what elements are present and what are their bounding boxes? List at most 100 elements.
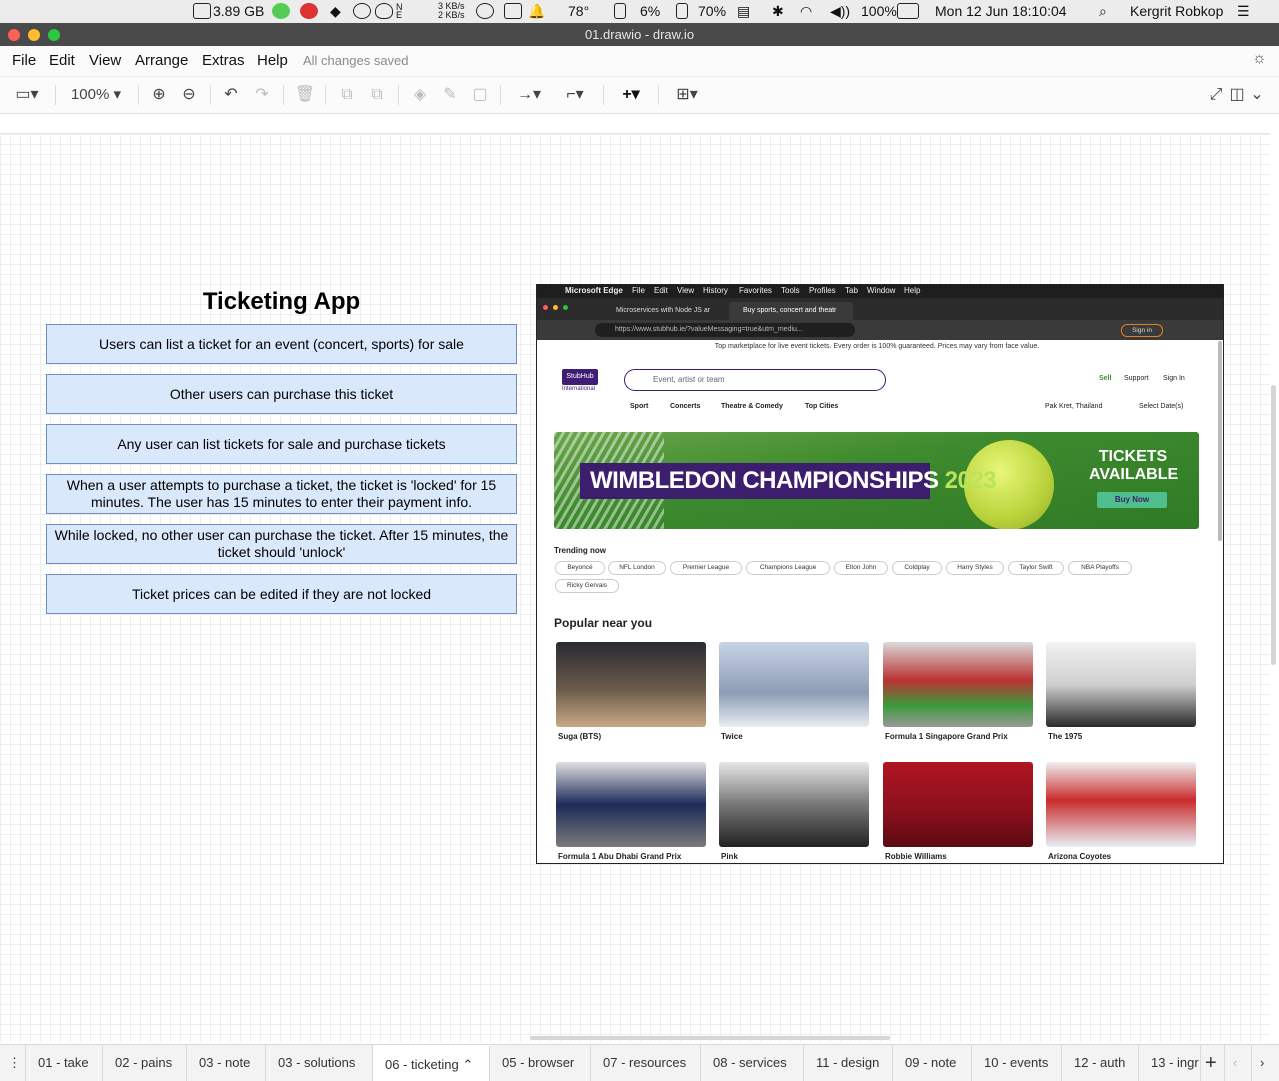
wifi-icon[interactable]: ◠: [800, 3, 812, 20]
app-menubar: File Edit View Arrange Extras Help All c…: [0, 46, 1279, 77]
page-tab[interactable]: 02 - pains: [103, 1045, 187, 1081]
shot-link: Support: [1124, 375, 1149, 382]
zoom-value: 100%: [70, 86, 110, 103]
to-back-icon[interactable]: ⧉: [366, 84, 388, 106]
window-titlebar: 01.drawio - draw.io: [0, 23, 1279, 46]
page-tab[interactable]: 09 - note: [893, 1045, 972, 1081]
add-page-icon[interactable]: +: [1201, 1045, 1225, 1081]
shot-tab-active: Buy sports, concert and theatr: [729, 302, 853, 320]
creative-cloud-icon[interactable]: [353, 3, 371, 19]
menu-edit[interactable]: Edit: [49, 52, 75, 69]
shot-card-image: [719, 762, 869, 847]
shot-chip: Champions League: [746, 561, 830, 575]
shot-menu-item: History: [703, 286, 728, 295]
menu-extras[interactable]: Extras: [202, 52, 245, 69]
line-app-icon[interactable]: [272, 3, 290, 19]
page-tab[interactable]: 08 - services: [701, 1045, 804, 1081]
disk-usage: 3.89 GB: [213, 3, 265, 19]
table-icon[interactable]: ⊞▾: [669, 84, 705, 106]
zoom-select[interactable]: 100% ▾: [66, 84, 126, 106]
user-name[interactable]: Kergrit Robkop: [1130, 3, 1223, 19]
page-tab[interactable]: 11 - design: [804, 1045, 893, 1081]
vertical-scrollbar[interactable]: [1271, 385, 1276, 665]
requirement-box[interactable]: Any user can list tickets for sale and p…: [46, 424, 517, 464]
format-panel-toggle-icon[interactable]: ▭▾: [10, 84, 44, 106]
record-icon[interactable]: [300, 3, 318, 19]
shot-menu-item: Tab: [845, 286, 858, 295]
dropbox-icon[interactable]: ◆: [330, 3, 341, 20]
security-icon[interactable]: [504, 3, 522, 19]
embedded-screenshot-image[interactable]: Microsoft Edge File Edit View History Fa…: [536, 284, 1224, 864]
shot-popular-heading: Popular near you: [554, 616, 653, 630]
zoom-out-icon[interactable]: ⊖: [178, 84, 200, 106]
page-tab[interactable]: 01 - take: [26, 1045, 103, 1081]
control-center-icon[interactable]: ☰: [1237, 3, 1250, 20]
disk-icon: [193, 3, 211, 19]
c-app-icon[interactable]: [476, 3, 494, 19]
page-tabbar: ⋮ 01 - take 02 - pains 03 - note 03 - so…: [0, 1044, 1279, 1081]
shot-menubar: Microsoft Edge File Edit View History Fa…: [537, 285, 1223, 298]
theme-toggle-icon[interactable]: ☼: [1252, 50, 1267, 68]
zoom-in-icon[interactable]: ⊕: [148, 84, 170, 106]
shot-link: Sign In: [1163, 375, 1185, 382]
horizontal-scrollbar[interactable]: [530, 1036, 890, 1040]
flag-icon[interactable]: ▤: [737, 3, 750, 20]
shot-zoom-dot: [563, 305, 568, 310]
shield-icon[interactable]: [375, 3, 393, 19]
requirement-box[interactable]: While locked, no other user can purchase…: [46, 524, 517, 564]
scroll-tabs-left-icon[interactable]: ‹: [1225, 1045, 1252, 1081]
shot-chip: NFL London: [608, 561, 666, 575]
shadow-icon[interactable]: ▢: [469, 84, 491, 106]
spotlight-icon[interactable]: ⌕: [1099, 3, 1107, 20]
shot-buy-now: Buy Now: [1097, 492, 1167, 508]
connection-style-icon[interactable]: →▾: [511, 84, 547, 106]
save-status: All changes saved: [303, 53, 409, 68]
page-tab[interactable]: 03 - solutions: [266, 1045, 373, 1081]
volume-icon[interactable]: ◀)): [830, 3, 850, 20]
requirement-box[interactable]: Ticket prices can be edited if they are …: [46, 574, 517, 614]
collapse-icon[interactable]: ⌄: [1248, 84, 1266, 106]
shot-card-caption: Formula 1 Singapore Grand Prix: [885, 732, 1008, 741]
shot-minimize-dot: [553, 305, 558, 310]
toolbar-separator: [283, 85, 284, 105]
shot-card-caption: Suga (BTS): [558, 732, 602, 741]
battery-icon[interactable]: [897, 3, 919, 19]
menu-arrange[interactable]: Arrange: [135, 52, 188, 69]
page-tab[interactable]: 05 - browser: [490, 1045, 591, 1081]
fill-color-icon[interactable]: ◈: [409, 84, 431, 106]
fullscreen-icon[interactable]: ⤢: [1206, 84, 1226, 106]
waypoints-icon[interactable]: ⌐▾: [557, 84, 593, 106]
shot-chip: Beyoncé: [555, 561, 605, 575]
page-tab[interactable]: 07 - resources: [591, 1045, 701, 1081]
bluetooth-icon[interactable]: ✱: [772, 3, 784, 20]
line-color-icon[interactable]: ✎: [439, 84, 461, 106]
page-tab-active[interactable]: 06 - ticketing ⌃: [373, 1045, 490, 1081]
shot-menu-item: Help: [904, 286, 921, 295]
chevron-up-icon[interactable]: ⌃: [462, 1057, 473, 1072]
shot-card-caption: Formula 1 Abu Dhabi Grand Prix: [558, 852, 682, 861]
page-tab[interactable]: 12 - auth: [1062, 1045, 1139, 1081]
undo-icon[interactable]: ↶: [220, 84, 242, 106]
page-tab[interactable]: 10 - events: [972, 1045, 1062, 1081]
shot-menu-item: Microsoft Edge: [565, 286, 623, 295]
notification-icon[interactable]: 🔔: [528, 3, 545, 20]
page-tab[interactable]: 03 - note: [187, 1045, 266, 1081]
requirement-box[interactable]: Users can list a ticket for an event (co…: [46, 324, 517, 364]
requirement-box[interactable]: When a user attempts to purchase a ticke…: [46, 474, 517, 514]
to-front-icon[interactable]: ⧉: [336, 84, 358, 106]
menu-help[interactable]: Help: [257, 52, 288, 69]
shot-tab: Microservices with Node JS ar: [616, 307, 711, 314]
delete-icon[interactable]: 🗑: [294, 84, 316, 106]
menu-view[interactable]: View: [89, 52, 121, 69]
redo-icon[interactable]: ↷: [251, 84, 273, 106]
insert-icon[interactable]: +▾: [613, 84, 649, 106]
clock[interactable]: Mon 12 Jun 18:10:04: [935, 3, 1067, 19]
format-panel-icon[interactable]: ◫: [1228, 84, 1246, 106]
pages-menu-icon[interactable]: ⋮: [0, 1045, 26, 1081]
menu-file[interactable]: File: [12, 52, 36, 69]
diagram-title[interactable]: Ticketing App: [46, 288, 517, 316]
requirement-box[interactable]: Other users can purchase this ticket: [46, 374, 517, 414]
shot-nav-item: Theatre & Comedy: [721, 403, 783, 410]
page-tab[interactable]: 13 - ingr: [1139, 1045, 1201, 1081]
scroll-tabs-right-icon[interactable]: ›: [1252, 1045, 1279, 1081]
